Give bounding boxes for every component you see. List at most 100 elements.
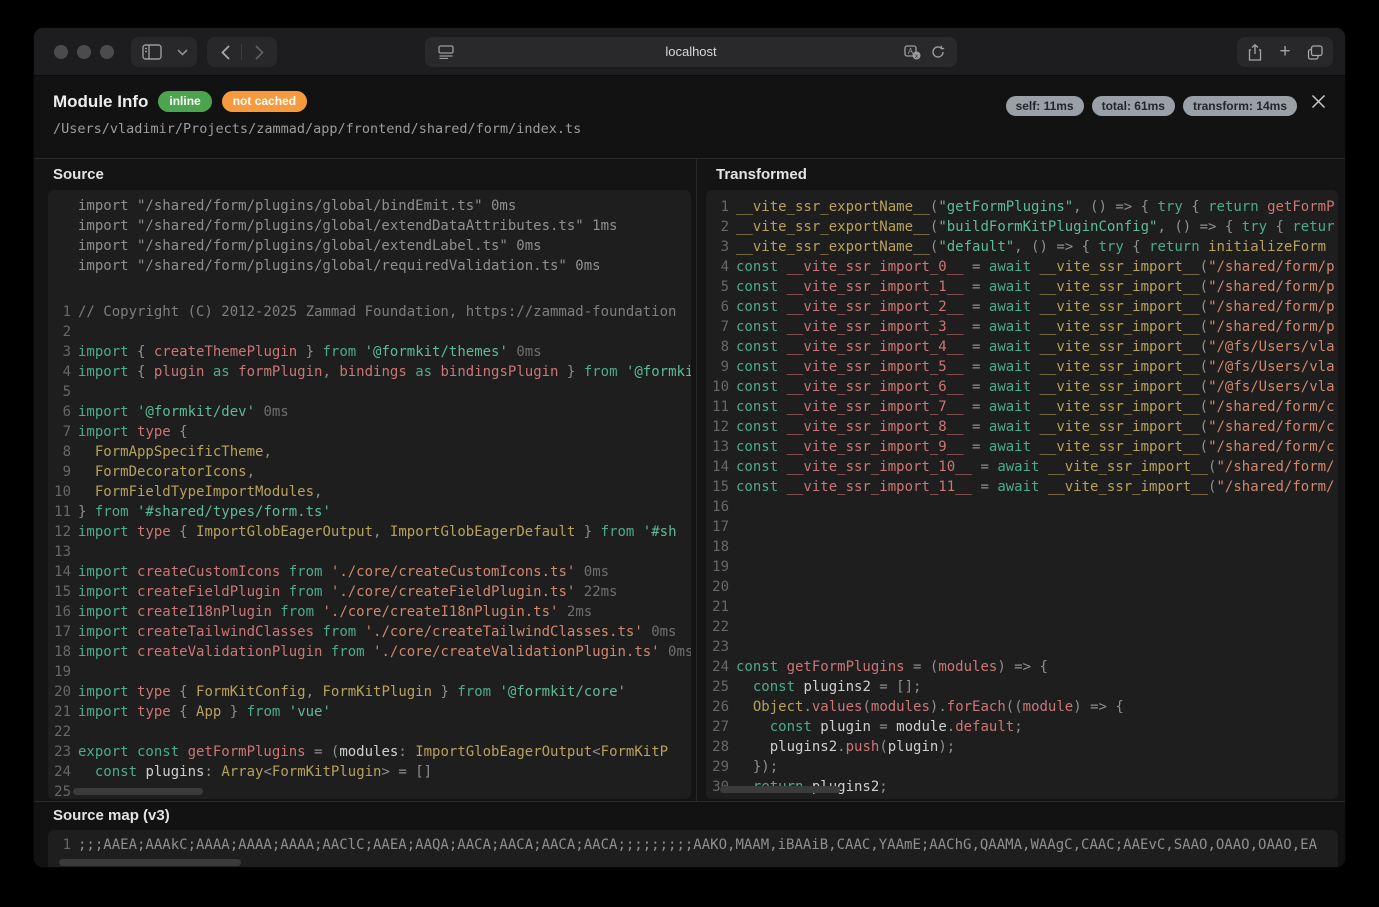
code-line: 2 — [48, 322, 691, 342]
code-line: 24 const plugins: Array<FormKitPlugin> =… — [48, 762, 691, 782]
code-line: 8 FormAppSpecificTheme, — [48, 442, 691, 462]
code-line: 20 — [706, 577, 1338, 597]
code-line: 2__vite_ssr_exportName__("buildFormKitPl… — [706, 217, 1338, 237]
code-line: 7import type { — [48, 422, 691, 442]
code-line: 1;;;AAEA;AAAkC;AAAA;AAAA;AAAA;AAClC;AAEA… — [48, 835, 1338, 855]
transformed-hscrollbar-thumb[interactable] — [720, 786, 840, 793]
code-line: 11} from '#shared/types/form.ts' — [48, 502, 691, 522]
timing-self-badge: self: 11ms — [1006, 96, 1084, 116]
code-line: 19 — [48, 662, 691, 682]
source-hscrollbar-thumb[interactable] — [73, 788, 203, 795]
code-line: 17import createTailwindClasses from './c… — [48, 622, 691, 642]
sourcemap-code-block: 1;;;AAEA;AAAkC;AAAA;AAAA;AAAA;AAClC;AAEA… — [48, 830, 1338, 868]
sourcemap-section: Source map (v3) 1;;;AAEA;AAAkC;AAAA;AAAA… — [34, 801, 1345, 868]
close-icon — [1311, 94, 1329, 109]
traffic-light-close-button[interactable] — [54, 45, 68, 59]
code-line: 28 plugins2.push(plugin); — [706, 737, 1338, 757]
code-line: 20import type { FormKitConfig, FormKitPl… — [48, 682, 691, 702]
code-line: 5 — [48, 382, 691, 402]
code-line: import "/shared/form/plugins/global/exte… — [48, 216, 691, 236]
code-line: 23export const getFormPlugins = (modules… — [48, 742, 691, 762]
status-badge-inline: inline — [158, 91, 211, 112]
code-line: 22 — [48, 722, 691, 742]
code-line: 16import createI18nPlugin from './core/c… — [48, 602, 691, 622]
forward-button[interactable] — [245, 37, 273, 67]
sidebar-toggle-button[interactable] — [137, 37, 167, 67]
module-info-header: Module Info inline not cached self: 11ms… — [34, 76, 1345, 158]
traffic-light-zoom-button[interactable] — [100, 45, 114, 59]
code-line: 27 const plugin = module.default; — [706, 717, 1338, 737]
code-line: 3__vite_ssr_exportName__("default", () =… — [706, 237, 1338, 257]
source-panel: Source import "/shared/form/plugins/glob… — [34, 159, 697, 801]
code-line: 13const __vite_ssr_import_9__ = await __… — [706, 437, 1338, 457]
code-line: 9const __vite_ssr_import_5__ = await __v… — [706, 357, 1338, 377]
sidebar-menu-button[interactable] — [171, 37, 193, 67]
right-actions-pill: + — [1237, 37, 1333, 67]
code-line: 8const __vite_ssr_import_4__ = await __v… — [706, 337, 1338, 357]
translate-button[interactable]: A x — [899, 37, 925, 67]
code-line: 21 — [706, 597, 1338, 617]
code-line: 15const __vite_ssr_import_11__ = await _… — [706, 477, 1338, 497]
close-button[interactable] — [1311, 92, 1329, 110]
transformed-panel-title: Transformed — [716, 166, 807, 183]
code-line: 11const __vite_ssr_import_7__ = await __… — [706, 397, 1338, 417]
code-line: 23 — [706, 637, 1338, 657]
sourcemap-title: Source map (v3) — [53, 807, 170, 824]
code-line: 9 FormDecoratorIcons, — [48, 462, 691, 482]
code-line: 6const __vite_ssr_import_2__ = await __v… — [706, 297, 1338, 317]
source-panel-title: Source — [53, 166, 104, 183]
code-line: 6import '@formkit/dev' 0ms — [48, 402, 691, 422]
code-line: 10const __vite_ssr_import_6__ = await __… — [706, 377, 1338, 397]
sidebar-icon — [142, 44, 162, 60]
code-line: 7const __vite_ssr_import_3__ = await __v… — [706, 317, 1338, 337]
url-text: localhost — [425, 37, 957, 67]
code-line: import "/shared/form/plugins/global/exte… — [48, 236, 691, 256]
code-panels: Source import "/shared/form/plugins/glob… — [34, 158, 1345, 801]
chevron-down-icon — [177, 49, 188, 56]
code-line: 5const __vite_ssr_import_1__ = await __v… — [706, 277, 1338, 297]
code-line: 15import createFieldPlugin from './core/… — [48, 582, 691, 602]
code-line: import "/shared/form/plugins/global/requ… — [48, 256, 691, 276]
code-line: import "/shared/form/plugins/global/bind… — [48, 196, 691, 216]
code-line: 10 FormFieldTypeImportModules, — [48, 482, 691, 502]
timing-transform-badge: transform: 14ms — [1183, 96, 1297, 116]
module-path: /Users/vladimir/Projects/zammad/app/fron… — [53, 121, 581, 137]
code-line: 13 — [48, 542, 691, 562]
chevron-left-icon — [221, 45, 230, 60]
plus-icon: + — [1279, 41, 1290, 63]
status-badge-not-cached: not cached — [222, 91, 307, 112]
code-line: 1__vite_ssr_exportName__("getFormPlugins… — [706, 197, 1338, 217]
code-line: 4import { plugin as formPlugin, bindings… — [48, 362, 691, 382]
code-line: 18import createValidationPlugin from './… — [48, 642, 691, 662]
code-line: 14const __vite_ssr_import_10__ = await _… — [706, 457, 1338, 477]
code-line: 26 Object.values(modules).forEach((modul… — [706, 697, 1338, 717]
code-line: 3import { createThemePlugin } from '@for… — [48, 342, 691, 362]
browser-toolbar: localhost A x — [34, 28, 1345, 76]
tabs-icon — [1307, 45, 1323, 60]
reload-button[interactable] — [925, 37, 951, 67]
svg-text:x: x — [915, 54, 918, 60]
tab-overview-button[interactable] — [1301, 37, 1329, 67]
browser-window: localhost A x — [33, 27, 1346, 868]
new-tab-button[interactable]: + — [1271, 37, 1299, 67]
code-line: 12import type { ImportGlobEagerOutput, I… — [48, 522, 691, 542]
url-field[interactable]: localhost A x — [425, 37, 957, 67]
traffic-light-minimize-button[interactable] — [77, 45, 91, 59]
code-line: 19 — [706, 557, 1338, 577]
code-line: 18 — [706, 537, 1338, 557]
code-line: 25 const plugins2 = []; — [706, 677, 1338, 697]
share-button[interactable] — [1241, 37, 1269, 67]
transformed-code-block: 1__vite_ssr_exportName__("getFormPlugins… — [706, 190, 1338, 799]
back-button[interactable] — [211, 37, 239, 67]
source-code-block: import "/shared/form/plugins/global/bind… — [48, 190, 691, 799]
title-row: Module Info inline not cached — [53, 91, 307, 112]
code-line: 21import type { App } from 'vue' — [48, 702, 691, 722]
nav-pill — [207, 37, 277, 67]
refresh-icon — [931, 45, 945, 59]
sourcemap-hscrollbar-thumb[interactable] — [59, 859, 241, 866]
sidebar-pill — [131, 37, 197, 67]
translate-icon: A x — [904, 45, 921, 60]
timing-badges: self: 11ms total: 61ms transform: 14ms — [1006, 96, 1297, 116]
code-line: 14import createCustomIcons from './core/… — [48, 562, 691, 582]
code-line: 17 — [706, 517, 1338, 537]
